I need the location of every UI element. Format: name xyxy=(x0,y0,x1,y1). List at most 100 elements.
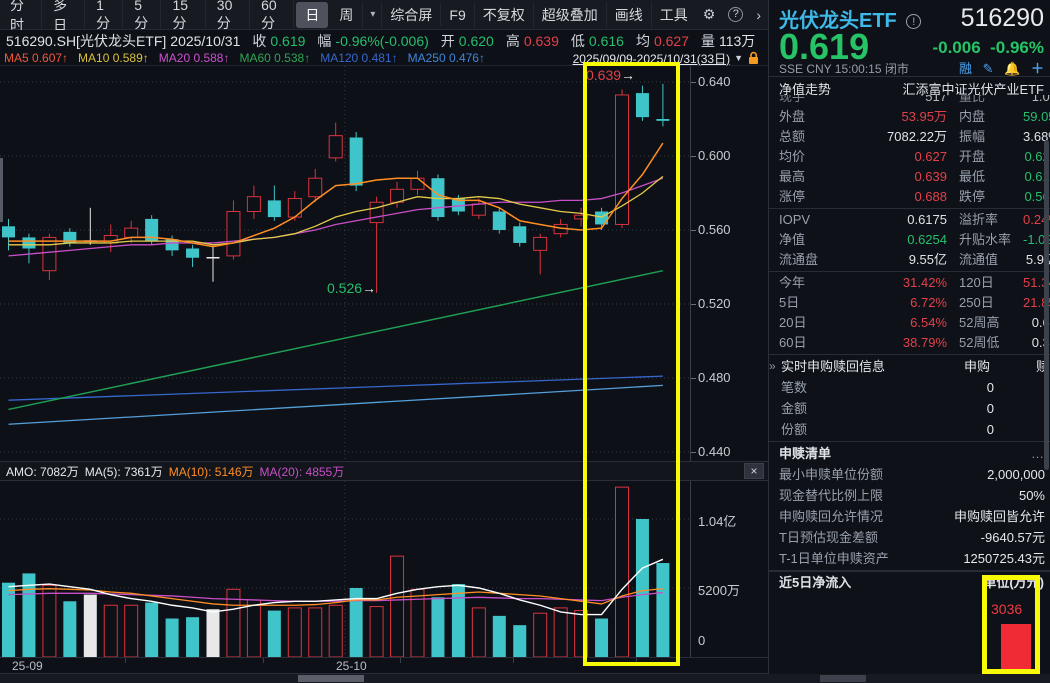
stat-label-流通盘: 流通盘 xyxy=(779,250,841,270)
quote-label-收: 收 xyxy=(252,33,266,49)
ma-value-MA5: MA5 0.607↑ xyxy=(4,51,68,65)
stat-label-20日: 20日 xyxy=(779,313,841,333)
toolbar-item-不复权[interactable]: 不复权 xyxy=(474,2,533,28)
sub-label-份额: 份额 xyxy=(781,419,934,440)
edit-icon[interactable]: ✎ xyxy=(983,61,994,76)
price-tick-0.640: 0.640 xyxy=(698,74,731,89)
toolbar-actions: 综合屏F9不复权超级叠加画线工具⚙? › xyxy=(381,2,768,28)
stat-label-开盘: 开盘 xyxy=(947,147,1023,167)
quote-date: 2025/10/31 xyxy=(170,33,240,49)
stat-value-外盘: 53.95万 xyxy=(841,107,947,127)
candlestick-chart[interactable] xyxy=(0,66,690,461)
stat-label-现手: 现手 xyxy=(779,95,841,107)
toolbar-item-画线[interactable]: 画线 xyxy=(606,2,651,28)
left-scrollbar[interactable] xyxy=(0,158,3,222)
quote-value-均: 0.627 xyxy=(654,33,689,49)
period-toolbar: 分时多日1分5分15分30分60分日周 ▾ 综合屏F9不复权超级叠加画线工具⚙?… xyxy=(0,0,768,30)
volume-indicator-bar: AMO: 7082万 MA(5): 7361万 MA(10): 5146万 MA… xyxy=(0,461,768,481)
ma-value-MA60: MA60 0.538↑ xyxy=(239,51,310,65)
toolbar-item-工具[interactable]: 工具 xyxy=(651,2,696,28)
volume-tick-0: 0 xyxy=(698,633,705,648)
close-icon[interactable]: × xyxy=(744,463,764,479)
x-label-oct: 25-10 xyxy=(336,659,367,673)
quote-value-幅: -0.96%(-0.006) xyxy=(335,33,428,49)
bell-icon[interactable]: 🔔 xyxy=(1004,61,1020,76)
stat-label-60日: 60日 xyxy=(779,333,841,353)
redemption-section: 申赎清单…最小申赎单位份额2,000,000现金替代比例上限50%申购赎回允许情… xyxy=(769,442,1050,571)
net-inflow-bar xyxy=(1001,624,1031,674)
trading-terminal: 分时多日1分5分15分30分60分日周 ▾ 综合屏F9不复权超级叠加画线工具⚙?… xyxy=(0,0,1050,683)
sub-redeem-金额: 0 xyxy=(994,398,1050,419)
stat-label-52周高: 52周高 xyxy=(947,313,1023,333)
red-value-T-1日单位申赎资产: 1250725.43元 xyxy=(963,548,1045,569)
stat-row-5日: 5日6.72%250日21.85% xyxy=(769,293,1050,313)
red-label-最小申赎单位份额: 最小申赎单位份额 xyxy=(779,464,883,485)
tab-日[interactable]: 日 xyxy=(296,2,328,28)
tick-mark xyxy=(691,82,696,83)
dropdown-caret-icon[interactable]: ▾ xyxy=(364,9,381,20)
quote-label-低: 低 xyxy=(571,33,585,49)
volume-chart[interactable] xyxy=(0,481,690,657)
price-axis: 0.6400.6000.5600.5200.4800.440 xyxy=(690,66,768,461)
stat-label-120日: 120日 xyxy=(947,273,1023,293)
toolbar-item-综合屏[interactable]: 综合屏 xyxy=(381,2,440,28)
stat-label-跌停: 跌停 xyxy=(947,187,1023,207)
toolbar-item-F9[interactable]: F9 xyxy=(440,4,473,26)
toolbar-item-超级叠加[interactable]: 超级叠加 xyxy=(533,2,606,28)
lock-icon[interactable] xyxy=(747,51,760,65)
stat-row-现手: 现手517量比1.06 xyxy=(769,95,1050,107)
stat-label-5日: 5日 xyxy=(779,293,841,313)
ellipsis-icon[interactable]: … xyxy=(1031,443,1044,464)
stat-row-IOPV: IOPV0.6175溢折率0.24% xyxy=(769,210,1050,230)
sub-buy-金额: 0 xyxy=(934,398,994,419)
red-label-T日预估现金差额: T日预估现金差额 xyxy=(779,527,878,548)
sub-redeem-份额: 0 xyxy=(994,419,1050,440)
stat-row-净值: 净值0.6254升贴水率-1.02% xyxy=(769,230,1050,250)
scrollbar-thumb-2[interactable] xyxy=(820,675,866,682)
quote-value-低: 0.616 xyxy=(589,33,624,49)
stat-row-流通盘: 流通盘9.55亿流通值5.9亿 xyxy=(769,250,1050,270)
subscription-col-redeem: 赎回 xyxy=(990,356,1050,377)
sub-label-笔数: 笔数 xyxy=(781,377,934,398)
stat-label-今年: 今年 xyxy=(779,273,841,293)
date-range-selector[interactable]: 2025/09/09-2025/10/31(33日) xyxy=(573,50,730,67)
more-icon[interactable]: › xyxy=(749,5,768,25)
price-tick-0.600: 0.600 xyxy=(698,148,731,163)
stat-label-升贴水率: 升贴水率 xyxy=(947,230,1023,250)
help-icon[interactable]: ? xyxy=(728,7,743,22)
scrollbar-thumb[interactable] xyxy=(298,675,364,682)
high-annotation: 0.639→ xyxy=(586,67,635,83)
margin-trading-icon[interactable]: 融 xyxy=(959,61,972,76)
quote-value-量: 113万 xyxy=(719,33,755,49)
exchange-status: SSE CNY 15:00:15 闭市 xyxy=(779,60,909,77)
chevron-down-icon[interactable]: ▼ xyxy=(734,53,743,63)
info-icon[interactable]: ! xyxy=(906,14,921,29)
tab-周[interactable]: 周 xyxy=(330,2,363,28)
redemption-title: 申赎清单 xyxy=(779,443,831,464)
volume-tick-1.04亿: 1.04亿 xyxy=(698,511,736,530)
stats-body: 现手517量比1.06外盘53.95万内盘59.05万总额7082.22万振幅3… xyxy=(769,95,1050,674)
price-change: -0.006 -0.96% xyxy=(932,38,1044,58)
plus-icon[interactable]: ＋ xyxy=(1031,61,1044,76)
stat-row-20日: 20日6.54%52周高0.64 xyxy=(769,313,1050,333)
horizontal-scrollbar[interactable] xyxy=(0,674,1050,683)
tick-mark xyxy=(691,452,696,453)
quote-label-量: 量 xyxy=(701,33,715,49)
price-tick-0.520: 0.520 xyxy=(698,296,731,311)
redemption-row-T日预估现金差额: T日预估现金差额-9640.57元 xyxy=(769,527,1050,548)
stat-label-IOPV: IOPV xyxy=(779,210,841,230)
stat-label-总额: 总额 xyxy=(779,127,841,147)
chevron-collapse-icon[interactable]: » xyxy=(769,356,781,377)
gear-icon[interactable]: ⚙ xyxy=(696,4,723,25)
low-annotation: 0.526→ xyxy=(327,280,376,296)
red-value-申购赎回允许情况: 申购赎回皆允许 xyxy=(954,506,1045,527)
sub-redeem-笔数: 0 xyxy=(994,377,1050,398)
price-tick-0.560: 0.560 xyxy=(698,222,731,237)
stat-value-5日: 6.72% xyxy=(841,293,947,313)
panel-scrollbar[interactable] xyxy=(1044,140,1049,470)
stat-label-最高: 最高 xyxy=(779,167,841,187)
stat-label-溢折率: 溢折率 xyxy=(947,210,1023,230)
red-label-申购赎回允许情况: 申购赎回允许情况 xyxy=(779,506,883,527)
redemption-row-现金替代比例上限: 现金替代比例上限50% xyxy=(769,485,1050,506)
net-inflow-value: 3036 xyxy=(991,601,1022,617)
